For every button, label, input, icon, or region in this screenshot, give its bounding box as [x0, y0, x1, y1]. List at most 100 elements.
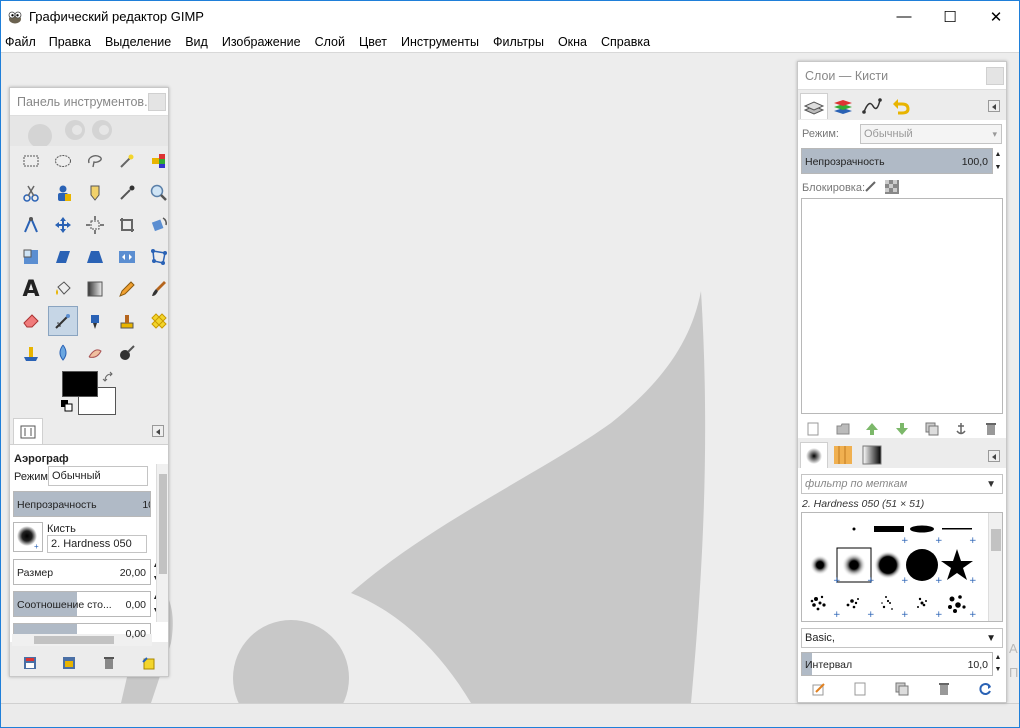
- hscroll-thumb[interactable]: [34, 636, 114, 644]
- perspective-clone-icon[interactable]: [16, 338, 46, 368]
- layer-opacity-spin[interactable]: ▲ ▼: [993, 148, 1003, 174]
- menu-help[interactable]: Справка: [601, 35, 657, 49]
- layer-mode-select[interactable]: Обычный ▾: [860, 124, 1002, 144]
- new-layer-group-icon[interactable]: [835, 421, 851, 437]
- reset-options-icon[interactable]: [140, 655, 156, 671]
- swap-colors-icon[interactable]: [102, 371, 116, 385]
- title-bar[interactable]: Графический редактор GIMP — ☐ ✕: [1, 1, 1019, 32]
- tab-patterns[interactable]: [829, 442, 857, 468]
- airbrush-icon[interactable]: [48, 306, 78, 336]
- refresh-brushes-icon[interactable]: [977, 681, 993, 697]
- tab-paths[interactable]: [858, 93, 886, 119]
- tab-brushes[interactable]: [800, 442, 828, 468]
- lock-pixels-icon[interactable]: [864, 179, 878, 193]
- brush-grid[interactable]: + + + + + + + + + + + + +: [801, 512, 1003, 622]
- spacing-slider[interactable]: Интервал 10,0: [801, 652, 993, 676]
- move-icon[interactable]: [48, 210, 78, 240]
- free-select-icon[interactable]: [80, 146, 110, 176]
- delete-brush-icon[interactable]: [936, 681, 952, 697]
- dodge-burn-icon[interactable]: [112, 338, 142, 368]
- menu-select[interactable]: Выделение: [105, 35, 178, 49]
- foreground-color-swatch[interactable]: [62, 371, 98, 397]
- maximize-button[interactable]: ☐: [927, 1, 973, 32]
- menu-image[interactable]: Изображение: [222, 35, 308, 49]
- aspect-ratio-slider[interactable]: Соотношение сто... 0,00: [13, 591, 151, 617]
- tool-options-vscroll[interactable]: [156, 464, 168, 622]
- align-icon[interactable]: [80, 210, 110, 240]
- tab-layers[interactable]: [800, 93, 828, 119]
- save-options-icon[interactable]: [22, 655, 38, 671]
- zoom-icon[interactable]: [144, 178, 168, 208]
- anchor-layer-icon[interactable]: [953, 421, 969, 437]
- ink-icon[interactable]: [80, 306, 110, 336]
- tool-options-menu-button[interactable]: [152, 425, 164, 437]
- blur-icon[interactable]: [48, 338, 78, 368]
- layer-list[interactable]: [801, 198, 1003, 414]
- brush-preview-button[interactable]: +: [13, 522, 43, 552]
- tab-channels[interactable]: [829, 93, 857, 119]
- paintbrush-icon[interactable]: [144, 274, 168, 304]
- edit-brush-icon[interactable]: [811, 681, 827, 697]
- vscroll-thumb[interactable]: [159, 474, 167, 574]
- close-button[interactable]: ✕: [973, 1, 1019, 32]
- fuzzy-select-icon[interactable]: [112, 146, 142, 176]
- text-icon[interactable]: A: [16, 274, 46, 304]
- paths-icon[interactable]: [80, 178, 110, 208]
- tab-gradients[interactable]: [858, 442, 886, 468]
- toolbox-close-button[interactable]: [148, 93, 166, 111]
- foreground-select-icon[interactable]: [48, 178, 78, 208]
- minimize-button[interactable]: —: [881, 1, 927, 32]
- brush-set-select[interactable]: Basic, ▼: [801, 628, 1003, 648]
- new-layer-icon[interactable]: [805, 421, 821, 437]
- brush-tag-filter[interactable]: фильтр по меткам ▼: [801, 474, 1003, 494]
- mode-select[interactable]: Обычный: [48, 466, 148, 486]
- rect-select-icon[interactable]: [16, 146, 46, 176]
- fg-bg-colors[interactable]: [61, 371, 122, 417]
- brush-name-field[interactable]: 2. Hardness 050: [47, 535, 147, 553]
- brushes-menu-button[interactable]: [988, 450, 1000, 462]
- eraser-icon[interactable]: [16, 306, 46, 336]
- tool-options-tab[interactable]: [13, 418, 43, 444]
- lock-alpha-icon[interactable]: [884, 179, 900, 195]
- menu-color[interactable]: Цвет: [359, 35, 394, 49]
- delete-layer-icon[interactable]: [983, 421, 999, 437]
- menu-view[interactable]: Вид: [185, 35, 215, 49]
- pencil-icon[interactable]: [112, 274, 142, 304]
- raise-layer-icon[interactable]: [864, 421, 880, 437]
- select-by-color-icon[interactable]: [144, 146, 168, 176]
- duplicate-brush-icon[interactable]: [894, 681, 910, 697]
- color-picker-icon[interactable]: [112, 178, 142, 208]
- dock-close-button[interactable]: [986, 67, 1004, 85]
- measure-icon[interactable]: [16, 210, 46, 240]
- smudge-icon[interactable]: [80, 338, 110, 368]
- opacity-slider[interactable]: Непрозрачность 10: [13, 491, 151, 517]
- menu-file[interactable]: Файл: [5, 35, 43, 49]
- crop-icon[interactable]: [112, 210, 142, 240]
- bucket-fill-icon[interactable]: [48, 274, 78, 304]
- blend-icon[interactable]: [80, 274, 110, 304]
- restore-options-icon[interactable]: [61, 655, 77, 671]
- size-slider[interactable]: Размер 20,00: [13, 559, 151, 585]
- menu-tools[interactable]: Инструменты: [401, 35, 486, 49]
- brush-grid-vscroll[interactable]: [988, 513, 1002, 621]
- spacing-spin[interactable]: ▲ ▼: [993, 652, 1003, 676]
- perspective-icon[interactable]: [80, 242, 110, 272]
- new-brush-icon[interactable]: [852, 681, 868, 697]
- heal-icon[interactable]: [144, 306, 168, 336]
- scale-icon[interactable]: [16, 242, 46, 272]
- rotate-icon[interactable]: [144, 210, 168, 240]
- dock-title-bar[interactable]: Слои — Кисти: [798, 62, 1006, 90]
- brush-scroll-thumb[interactable]: [991, 529, 1001, 551]
- ellipse-select-icon[interactable]: [48, 146, 78, 176]
- shear-icon[interactable]: [48, 242, 78, 272]
- clone-icon[interactable]: [112, 306, 142, 336]
- menu-filters[interactable]: Фильтры: [493, 35, 551, 49]
- layer-opacity-slider[interactable]: Непрозрачность 100,0: [801, 148, 993, 174]
- duplicate-layer-icon[interactable]: [924, 421, 940, 437]
- lower-layer-icon[interactable]: [894, 421, 910, 437]
- tab-undo-history[interactable]: [887, 93, 915, 119]
- menu-windows[interactable]: Окна: [558, 35, 594, 49]
- scissors-select-icon[interactable]: [16, 178, 46, 208]
- delete-options-icon[interactable]: [101, 655, 117, 671]
- menu-edit[interactable]: Правка: [49, 35, 98, 49]
